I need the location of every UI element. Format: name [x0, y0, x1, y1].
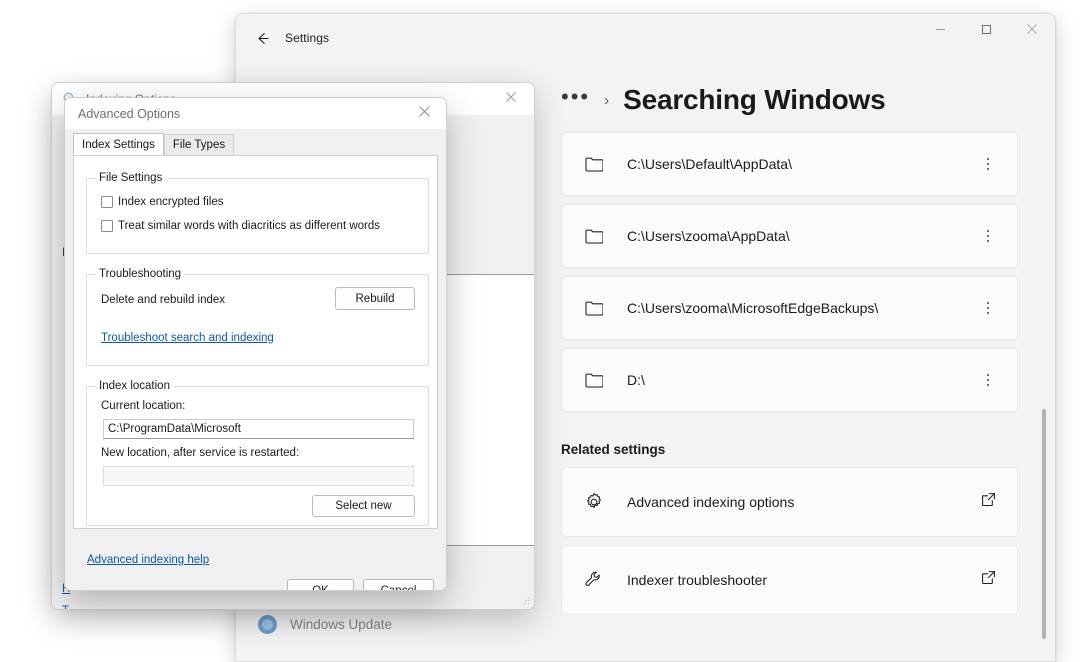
settings-titlebar: Settings [236, 14, 1055, 62]
select-new-button[interactable]: Select new [312, 495, 415, 517]
sidebar-item-windows-update[interactable]: Windows Update [258, 615, 518, 634]
row-menu-button[interactable] [975, 367, 1001, 393]
external-link-icon [981, 492, 996, 512]
current-location-input[interactable]: C:\ProgramData\Microsoft [103, 419, 414, 439]
kebab-menu-icon [986, 373, 990, 387]
windows-update-icon [258, 615, 277, 634]
excluded-folder-row[interactable]: C:\Users\zooma\AppData\ [561, 204, 1018, 268]
back-arrow-icon [254, 30, 271, 47]
related-setting-indexer-troubleshooter[interactable]: Indexer troubleshooter [561, 545, 1018, 615]
file-settings-group: File Settings Index encrypted files Trea… [86, 172, 429, 254]
advanced-indexing-help-link[interactable]: Advanced indexing help [87, 554, 209, 566]
breadcrumb-overflow-button[interactable]: ••• [561, 86, 590, 114]
folder-icon [582, 296, 606, 320]
current-location-label: Current location: [101, 400, 186, 412]
troubleshooting-group: Troubleshooting Delete and rebuild index… [86, 268, 429, 366]
maximize-icon [981, 22, 992, 40]
close-icon [505, 90, 517, 108]
related-setting-label: Advanced indexing options [627, 494, 795, 510]
folder-icon [582, 368, 606, 392]
new-location-label: New location, after service is restarted… [101, 447, 300, 459]
advanced-options-titlebar: Advanced Options [65, 98, 446, 129]
folder-path: D:\ [627, 372, 645, 388]
checkbox-label: Treat similar words with diacritics as d… [118, 220, 381, 232]
excluded-folder-row[interactable]: D:\ [561, 348, 1018, 412]
checkbox-index-encrypted-files[interactable]: Index encrypted files [101, 196, 223, 208]
tab-strip: Index Settings File Types [73, 133, 438, 155]
rebuild-button[interactable]: Rebuild [335, 287, 415, 310]
window-controls [917, 14, 1055, 48]
settings-main-pane: ••• › Searching Windows C:\Users\Default… [541, 62, 1055, 661]
folder-icon [582, 224, 606, 248]
back-button[interactable] [245, 22, 279, 54]
gear-icon [582, 490, 606, 514]
cancel-button[interactable]: Cancel [363, 579, 434, 590]
page-title: Searching Windows [623, 84, 886, 115]
folder-icon [582, 152, 606, 176]
related-setting-label: Indexer troubleshooter [627, 572, 768, 588]
advanced-options-close-button[interactable] [402, 98, 446, 129]
settings-app-title: Settings [285, 31, 330, 45]
file-settings-legend: File Settings [95, 172, 167, 184]
minimize-button[interactable] [917, 14, 963, 48]
tab-index-settings[interactable]: Index Settings [73, 133, 164, 155]
advanced-options-title: Advanced Options [78, 106, 181, 121]
close-icon [1026, 22, 1038, 40]
related-settings-list: Advanced indexing options Indexer troubl… [541, 467, 1055, 615]
index-location-legend: Index location [95, 380, 174, 392]
kebab-menu-icon [986, 157, 990, 171]
tab-file-types[interactable]: File Types [163, 134, 235, 155]
related-setting-advanced-indexing[interactable]: Advanced indexing options [561, 467, 1018, 537]
troubleshooting-legend: Troubleshooting [95, 268, 186, 280]
indexing-partial-link-2[interactable]: T [62, 605, 69, 609]
troubleshoot-search-link[interactable]: Troubleshoot search and indexing [101, 332, 274, 344]
breadcrumb-separator-icon: › [604, 91, 610, 109]
breadcrumb: ••• › Searching Windows [541, 62, 1055, 116]
kebab-menu-icon [986, 229, 990, 243]
row-menu-button[interactable] [975, 151, 1001, 177]
checkbox-icon[interactable] [101, 196, 113, 208]
folder-path: C:\Users\zooma\MicrosoftEdgeBackups\ [627, 300, 879, 316]
tab-panel-index-settings: File Settings Index encrypted files Trea… [73, 155, 438, 566]
external-link-icon [981, 570, 996, 590]
related-settings-header: Related settings [561, 442, 666, 457]
indexing-options-close-button[interactable] [488, 83, 534, 115]
close-button[interactable] [1009, 14, 1055, 48]
minimize-icon [935, 22, 946, 40]
new-location-input[interactable] [103, 466, 414, 486]
open-external-button[interactable] [975, 567, 1001, 593]
advanced-options-dialog: Advanced Options Index Settings File Typ… [64, 97, 447, 591]
row-menu-button[interactable] [975, 295, 1001, 321]
index-location-group: Index location Current location: C:\Prog… [86, 380, 429, 526]
open-external-button[interactable] [975, 489, 1001, 515]
ok-button[interactable]: OK [287, 579, 354, 590]
advanced-options-body: Index Settings File Types File Settings … [65, 129, 446, 590]
close-icon [418, 105, 431, 123]
folder-path: C:\Users\Default\AppData\ [627, 156, 792, 172]
sidebar-item-label: Windows Update [290, 617, 393, 632]
rebuild-description: Delete and rebuild index [101, 294, 226, 306]
excluded-folders-list: C:\Users\Default\AppData\ C:\Users\zooma… [541, 132, 1055, 412]
folder-path: C:\Users\zooma\AppData\ [627, 228, 790, 244]
maximize-button[interactable] [963, 14, 1009, 48]
excluded-folder-row[interactable]: C:\Users\zooma\MicrosoftEdgeBackups\ [561, 276, 1018, 340]
checkbox-label: Index encrypted files [118, 196, 224, 208]
settings-scrollbar-thumb[interactable] [1042, 409, 1046, 639]
resize-grip-icon[interactable] [519, 594, 531, 606]
checkbox-treat-diacritics[interactable]: Treat similar words with diacritics as d… [101, 220, 380, 232]
checkbox-icon[interactable] [101, 220, 113, 232]
row-menu-button[interactable] [975, 223, 1001, 249]
screen-root: Settings Windows Update ••• › Searching … [0, 0, 1090, 662]
excluded-folder-row[interactable]: C:\Users\Default\AppData\ [561, 132, 1018, 196]
wrench-icon [582, 568, 606, 592]
kebab-menu-icon [986, 301, 990, 315]
